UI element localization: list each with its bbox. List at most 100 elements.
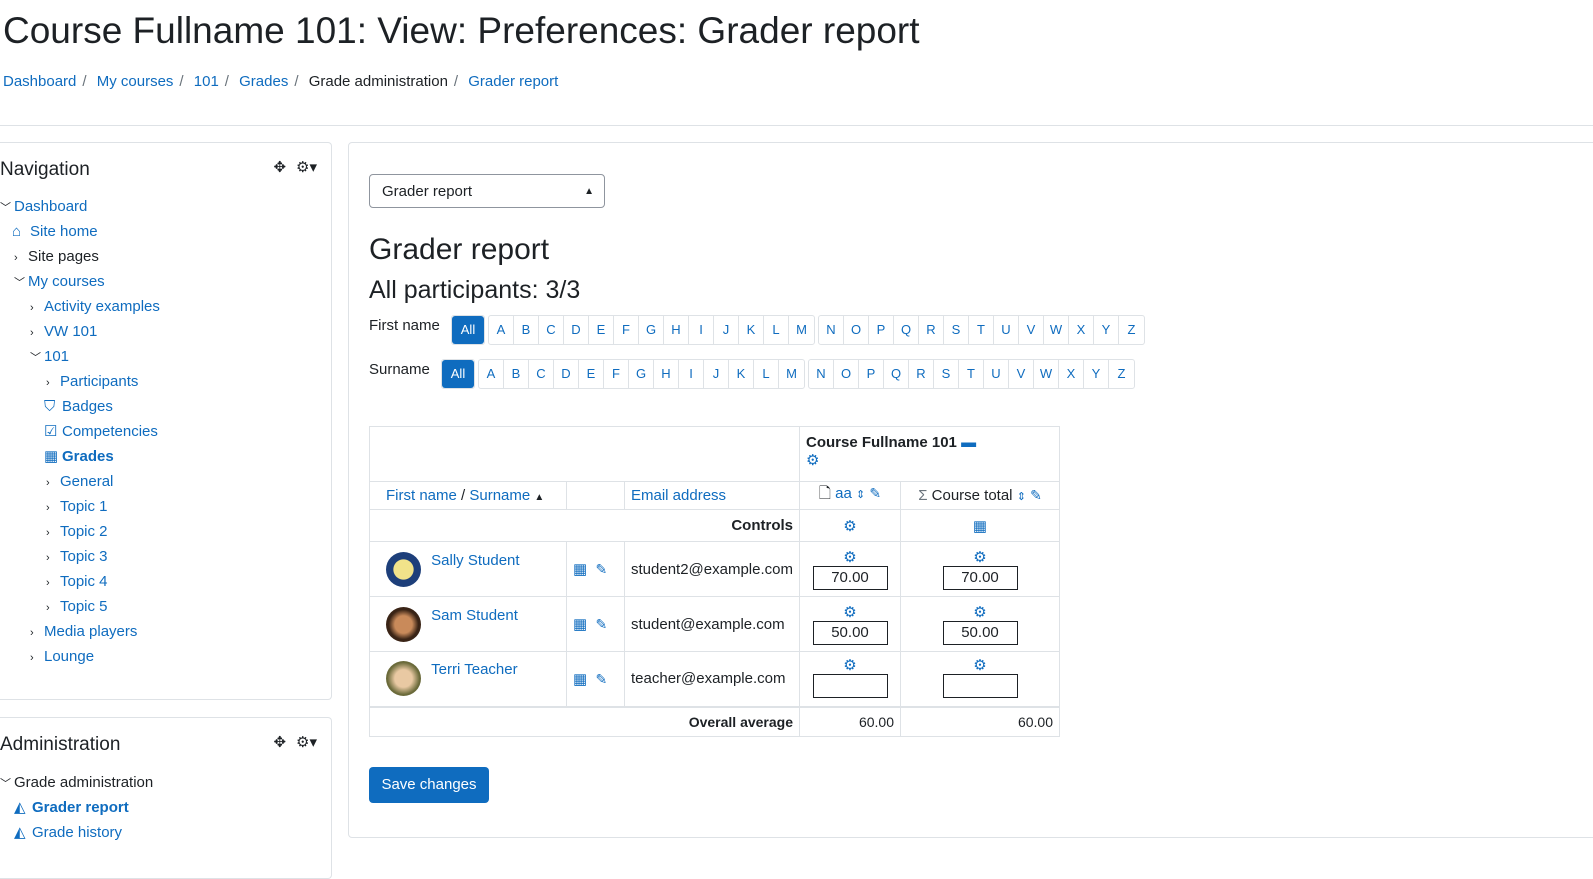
move-icon[interactable]: ✥ xyxy=(273,733,286,751)
grade-input[interactable]: 70.00 xyxy=(812,566,888,590)
firstname-letter-y[interactable]: Y xyxy=(1094,316,1119,344)
nav-item-vw-101[interactable]: › VW 101 xyxy=(30,320,97,344)
grade-input[interactable] xyxy=(812,673,888,698)
firstname-letter-v[interactable]: V xyxy=(1019,316,1044,344)
firstname-letter-e[interactable]: E xyxy=(589,316,614,344)
surname-letter-d[interactable]: D xyxy=(554,360,579,388)
surname-letter-h[interactable]: H xyxy=(654,360,679,388)
surname-letter-r[interactable]: R xyxy=(909,360,934,388)
total-input[interactable]: 50.00 xyxy=(942,621,1018,645)
firstname-letter-w[interactable]: W xyxy=(1044,316,1069,344)
sort-surname-link[interactable]: Surname xyxy=(469,487,530,504)
surname-letter-v[interactable]: V xyxy=(1009,360,1034,388)
surname-letter-x[interactable]: X xyxy=(1059,360,1084,388)
nav-item-101[interactable]: ﹀ 101 xyxy=(30,345,69,369)
calculator-icon[interactable]: ▦ xyxy=(973,518,987,535)
collapse-icon[interactable]: ▬ xyxy=(961,434,976,451)
edit-icon[interactable]: ✎ xyxy=(869,485,881,501)
gear-icon[interactable]: ⚙ xyxy=(973,549,986,566)
surname-letter-n[interactable]: N xyxy=(809,360,834,388)
nav-item-my-courses[interactable]: ﹀ My courses xyxy=(14,270,105,294)
firstname-letter-p[interactable]: P xyxy=(869,316,894,344)
firstname-letter-k[interactable]: K xyxy=(739,316,764,344)
user-link[interactable]: Sally Student xyxy=(431,552,519,569)
nav-item-activity-examples[interactable]: › Activity examples xyxy=(30,295,160,319)
nav-item-competencies[interactable]: ☑ Competencies xyxy=(44,420,158,444)
total-input[interactable] xyxy=(942,673,1018,698)
surname-letter-a[interactable]: A xyxy=(479,360,504,388)
total-input[interactable]: 70.00 xyxy=(942,566,1018,590)
firstname-letter-j[interactable]: J xyxy=(714,316,739,344)
firstname-letter-l[interactable]: L xyxy=(764,316,789,344)
breadcrumb-grades[interactable]: Grades xyxy=(239,73,288,90)
admin-item-grade-history[interactable]: ◭ Grade history xyxy=(14,821,122,845)
admin-item-grader-report[interactable]: ◭ Grader report xyxy=(14,796,129,820)
nav-item-site-pages[interactable]: › Site pages xyxy=(14,245,99,269)
surname-letter-p[interactable]: P xyxy=(859,360,884,388)
nav-item-general[interactable]: › General xyxy=(46,470,113,494)
surname-letter-f[interactable]: F xyxy=(604,360,629,388)
edit-icon[interactable]: ✎ xyxy=(596,616,608,632)
surname-letter-l[interactable]: L xyxy=(754,360,779,388)
firstname-letter-a[interactable]: A xyxy=(489,316,514,344)
surname-letter-q[interactable]: Q xyxy=(884,360,909,388)
nav-item-participants[interactable]: › Participants xyxy=(46,370,138,394)
table-icon[interactable]: ▦ xyxy=(573,671,587,688)
save-changes-button[interactable]: Save changes xyxy=(369,767,489,803)
breadcrumb-dashboard[interactable]: Dashboard xyxy=(3,73,76,90)
nav-item-topic-1[interactable]: › Topic 1 xyxy=(46,495,108,519)
gear-icon[interactable]: ⚙ xyxy=(806,452,819,469)
surname-letter-i[interactable]: I xyxy=(679,360,704,388)
firstname-letter-u[interactable]: U xyxy=(994,316,1019,344)
firstname-all-button[interactable]: All xyxy=(452,316,484,344)
user-link[interactable]: Terri Teacher xyxy=(431,661,517,678)
sort-firstname-link[interactable]: First name xyxy=(386,487,457,504)
firstname-letter-z[interactable]: Z xyxy=(1119,316,1144,344)
surname-letter-o[interactable]: O xyxy=(834,360,859,388)
avatar[interactable] xyxy=(386,661,421,697)
nav-item-topic-2[interactable]: › Topic 2 xyxy=(46,520,108,544)
surname-letter-e[interactable]: E xyxy=(579,360,604,388)
surname-letter-g[interactable]: G xyxy=(629,360,654,388)
firstname-letter-x[interactable]: X xyxy=(1069,316,1094,344)
breadcrumb-101[interactable]: 101 xyxy=(194,73,219,90)
sort-icon[interactable]: ⇕ xyxy=(856,489,865,501)
gear-icon[interactable]: ⚙▾ xyxy=(296,733,317,751)
gear-icon[interactable]: ⚙ xyxy=(843,657,856,674)
sort-icon[interactable]: ⇕ xyxy=(1017,491,1026,503)
nav-item-lounge[interactable]: › Lounge xyxy=(30,645,94,669)
move-icon[interactable]: ✥ xyxy=(273,158,286,176)
user-link[interactable]: Sam Student xyxy=(431,607,518,624)
avatar[interactable] xyxy=(386,551,421,587)
nav-item-grades[interactable]: ▦ Grades xyxy=(44,445,114,469)
surname-letter-b[interactable]: B xyxy=(504,360,529,388)
nav-item-topic-3[interactable]: › Topic 3 xyxy=(46,545,108,569)
breadcrumb-grader-report[interactable]: Grader report xyxy=(468,73,558,90)
surname-letter-t[interactable]: T xyxy=(959,360,984,388)
gear-icon[interactable]: ⚙ xyxy=(973,604,986,621)
edit-icon[interactable]: ✎ xyxy=(596,561,608,577)
gear-icon[interactable]: ⚙▾ xyxy=(296,158,317,176)
edit-icon[interactable]: ✎ xyxy=(1030,487,1042,503)
firstname-letter-q[interactable]: Q xyxy=(894,316,919,344)
nav-item-dashboard[interactable]: ﹀ Dashboard xyxy=(0,195,87,219)
table-icon[interactable]: ▦ xyxy=(573,561,587,578)
grade-input[interactable]: 50.00 xyxy=(812,621,888,645)
table-icon[interactable]: ▦ xyxy=(573,616,587,633)
report-select[interactable]: Grader report ▲ xyxy=(369,174,605,208)
gear-icon[interactable]: ⚙ xyxy=(843,518,856,535)
nav-item-site-home[interactable]: ⌂ Site home xyxy=(12,220,98,244)
firstname-letter-t[interactable]: T xyxy=(969,316,994,344)
firstname-letter-h[interactable]: H xyxy=(664,316,689,344)
nav-item-media-players[interactable]: › Media players xyxy=(30,620,137,644)
surname-letter-z[interactable]: Z xyxy=(1109,360,1134,388)
gear-icon[interactable]: ⚙ xyxy=(973,657,986,674)
item-aa-link[interactable]: aa xyxy=(835,485,852,502)
firstname-letter-b[interactable]: B xyxy=(514,316,539,344)
firstname-letter-o[interactable]: O xyxy=(844,316,869,344)
surname-all-button[interactable]: All xyxy=(442,360,474,388)
firstname-letter-s[interactable]: S xyxy=(944,316,969,344)
firstname-letter-r[interactable]: R xyxy=(919,316,944,344)
surname-letter-u[interactable]: U xyxy=(984,360,1009,388)
sort-email-link[interactable]: Email address xyxy=(631,487,726,504)
